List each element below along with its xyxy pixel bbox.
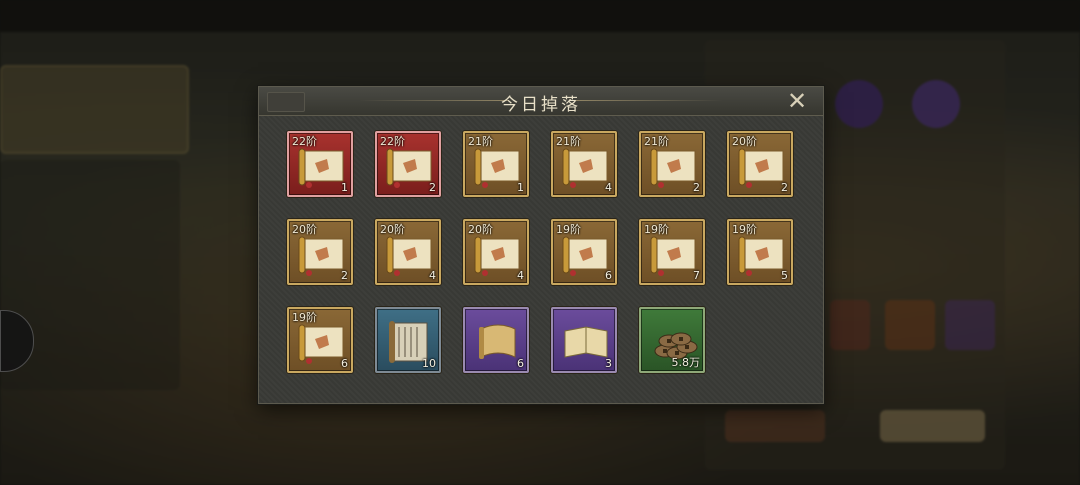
drop-item[interactable]: 20阶 4 — [463, 219, 529, 285]
item-tier-label: 20阶 — [292, 223, 317, 236]
item-count: 2 — [429, 181, 436, 194]
item-tier-label: 21阶 — [556, 135, 581, 148]
dialog-title: 今日掉落 — [501, 95, 581, 115]
item-count: 2 — [693, 181, 700, 194]
drop-item[interactable]: 20阶 2 — [287, 219, 353, 285]
item-count: 4 — [517, 269, 524, 282]
item-count: 6 — [517, 357, 524, 370]
item-tier-label: 20阶 — [732, 135, 757, 148]
item-count: 1 — [341, 181, 348, 194]
item-count: 1 — [517, 181, 524, 194]
item-count: 3 — [605, 357, 612, 370]
item-count: 2 — [781, 181, 788, 194]
item-count: 5 — [781, 269, 788, 282]
drop-item[interactable]: 10 — [375, 307, 441, 373]
item-count: 10 — [422, 357, 436, 370]
drop-item[interactable]: 3 — [551, 307, 617, 373]
item-tier-label: 21阶 — [468, 135, 493, 148]
drop-item[interactable]: 22阶 2 — [375, 131, 441, 197]
drop-item[interactable]: 19阶 5 — [727, 219, 793, 285]
item-tier-label: 19阶 — [292, 311, 317, 324]
drop-item[interactable]: 6 — [463, 307, 529, 373]
drop-item[interactable]: 20阶 2 — [727, 131, 793, 197]
drop-item[interactable]: 20阶 4 — [375, 219, 441, 285]
drop-item[interactable]: 21阶 4 — [551, 131, 617, 197]
daily-drops-dialog: 今日掉落 ✕ 22阶 1 22阶 2 21阶 1 21阶 4 21阶 2 20阶 2 20阶 2 20阶 4 2… — [258, 86, 824, 404]
item-tier-label: 19阶 — [556, 223, 581, 236]
drop-item[interactable]: 19阶 6 — [551, 219, 617, 285]
drop-item[interactable]: 19阶 6 — [287, 307, 353, 373]
item-tier-label: 20阶 — [468, 223, 493, 236]
drop-item[interactable]: 21阶 1 — [463, 131, 529, 197]
item-tier-label: 21阶 — [644, 135, 669, 148]
drop-item[interactable]: 21阶 2 — [639, 131, 705, 197]
item-count: 6 — [341, 357, 348, 370]
item-count: 2 — [341, 269, 348, 282]
item-count: 5.8万 — [671, 356, 701, 369]
item-count: 6 — [605, 269, 612, 282]
item-tier-label: 20阶 — [380, 223, 405, 236]
item-tier-label: 19阶 — [732, 223, 757, 236]
item-count: 4 — [605, 181, 612, 194]
drop-item[interactable]: 19阶 7 — [639, 219, 705, 285]
dialog-header: 今日掉落 ✕ — [259, 87, 823, 116]
drop-item[interactable]: 5.8万 — [639, 307, 705, 373]
close-icon[interactable]: ✕ — [785, 89, 809, 113]
item-tier-label: 22阶 — [292, 135, 317, 148]
item-count: 7 — [693, 269, 700, 282]
item-tier-label: 19阶 — [644, 223, 669, 236]
item-count: 4 — [429, 269, 436, 282]
drop-item[interactable]: 22阶 1 — [287, 131, 353, 197]
item-tier-label: 22阶 — [380, 135, 405, 148]
